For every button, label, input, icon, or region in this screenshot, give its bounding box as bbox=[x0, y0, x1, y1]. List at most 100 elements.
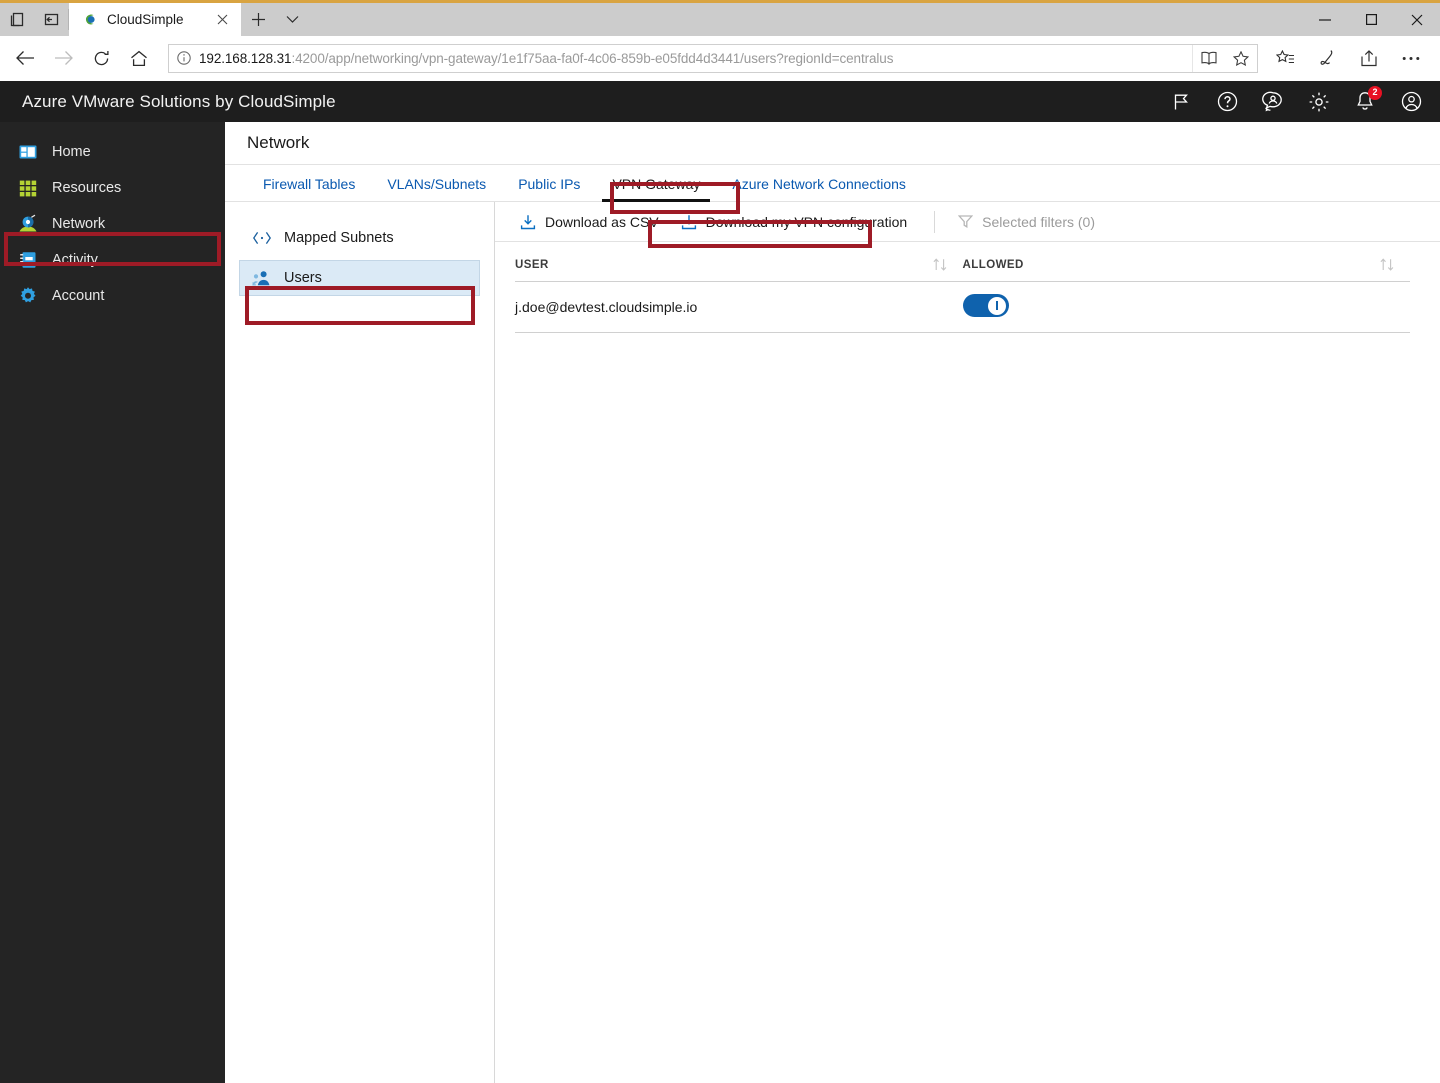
subnav-item-mapped-subnets[interactable]: Mapped Subnets bbox=[239, 220, 480, 256]
content-row: Mapped Subnets Users bbox=[225, 202, 1440, 1083]
support-chat-icon[interactable] bbox=[1258, 87, 1288, 117]
notifications-bell-icon[interactable]: 2 bbox=[1350, 87, 1380, 117]
cell-user: j.doe@devtest.cloudsimple.io bbox=[515, 282, 963, 333]
sidebar-item-network[interactable]: Network bbox=[0, 206, 225, 242]
app-header: Azure VMware Solutions by CloudSimple bbox=[0, 81, 1440, 122]
more-settings-icon[interactable] bbox=[1390, 39, 1432, 77]
column-header-label: ALLOWED bbox=[963, 259, 1024, 271]
info-circle-icon[interactable] bbox=[169, 51, 199, 65]
refresh-icon[interactable] bbox=[82, 39, 120, 77]
tab-preview-icon[interactable] bbox=[0, 3, 34, 36]
home-dashboard-icon bbox=[18, 142, 38, 162]
account-circle-icon[interactable] bbox=[1396, 87, 1426, 117]
download-vpn-configuration-button[interactable]: Download my VPN configuration bbox=[670, 209, 919, 235]
sidebar-item-home[interactable]: Home bbox=[0, 134, 225, 170]
table-header-row: USER bbox=[515, 242, 1410, 282]
browser-tab-strip: CloudSimple bbox=[0, 3, 1440, 36]
panel-toolbar: Download as CSV Download my VPN configur… bbox=[495, 202, 1440, 242]
secondary-nav: Mapped Subnets Users bbox=[225, 202, 495, 1083]
tab-vlans-subnets[interactable]: VLANs/Subnets bbox=[371, 165, 502, 202]
toggle-knob bbox=[988, 297, 1006, 315]
sidebar-item-resources[interactable]: Resources bbox=[0, 170, 225, 206]
users-table-head: USER bbox=[515, 242, 1410, 282]
selected-filters-button[interactable]: Selected filters (0) bbox=[947, 209, 1106, 235]
notification-badge: 2 bbox=[1368, 86, 1382, 100]
sort-arrows-icon[interactable] bbox=[1379, 258, 1410, 271]
main-content: Network Firewall Tables VLANs/Subnets Pu… bbox=[225, 122, 1440, 1083]
browser-tab[interactable]: CloudSimple bbox=[69, 3, 241, 36]
page-title-row: Network bbox=[225, 122, 1440, 164]
maximize-icon[interactable] bbox=[1348, 3, 1394, 36]
users-table-wrap: USER bbox=[495, 242, 1440, 1083]
sidebar-item-account[interactable]: Account bbox=[0, 278, 225, 314]
allowed-toggle[interactable] bbox=[963, 294, 1009, 317]
set-tabs-aside-icon[interactable] bbox=[34, 3, 68, 36]
address-bar-text[interactable]: 192.168.128.31:4200/app/networking/vpn-g… bbox=[199, 51, 1192, 66]
tab-firewall-tables[interactable]: Firewall Tables bbox=[247, 165, 371, 202]
minimize-icon[interactable] bbox=[1302, 3, 1348, 36]
close-icon[interactable] bbox=[1394, 3, 1440, 36]
sidebar-item-activity[interactable]: Activity bbox=[0, 242, 225, 278]
forward-arrow-icon[interactable] bbox=[44, 39, 82, 77]
subnav-item-label: Users bbox=[284, 270, 322, 286]
favorites-hub-icon[interactable] bbox=[1264, 39, 1306, 77]
close-tab-icon[interactable] bbox=[211, 9, 233, 31]
tab-public-ips[interactable]: Public IPs bbox=[502, 165, 596, 202]
tab-label: Firewall Tables bbox=[263, 176, 355, 192]
sidebar-item-label: Activity bbox=[52, 252, 98, 268]
primary-sidebar: Home Resources bbox=[0, 122, 225, 1083]
application-viewport: Azure VMware Solutions by CloudSimple bbox=[0, 81, 1440, 1083]
cell-allowed bbox=[963, 282, 1411, 333]
browser-tab-title: CloudSimple bbox=[107, 12, 202, 27]
tab-label: VLANs/Subnets bbox=[387, 176, 486, 192]
browser-navigation-bar: 192.168.128.31:4200/app/networking/vpn-g… bbox=[0, 36, 1440, 81]
app-header-icons: 2 bbox=[1166, 87, 1426, 117]
users-table-body: j.doe@devtest.cloudsimple.io bbox=[515, 282, 1410, 333]
tab-vpn-gateway[interactable]: VPN Gateway bbox=[596, 165, 716, 202]
grid-resources-icon bbox=[18, 178, 38, 198]
share-icon[interactable] bbox=[1348, 39, 1390, 77]
sort-arrows-icon[interactable] bbox=[932, 258, 963, 271]
url-host: 192.168.128.31 bbox=[199, 51, 291, 66]
column-header-allowed[interactable]: ALLOWED bbox=[963, 242, 1411, 282]
subnav-item-label: Mapped Subnets bbox=[284, 230, 394, 246]
window-controls bbox=[1302, 3, 1440, 36]
selected-filters-label: Selected filters (0) bbox=[982, 214, 1095, 230]
tab-azure-network-connections[interactable]: Azure Network Connections bbox=[716, 165, 922, 202]
sidebar-item-label: Resources bbox=[52, 180, 121, 196]
web-notes-icon[interactable] bbox=[1306, 39, 1348, 77]
browser-window: CloudSimple bbox=[0, 0, 1440, 1083]
vpn-users-panel: Download as CSV Download my VPN configur… bbox=[495, 202, 1440, 1083]
star-icon[interactable] bbox=[1225, 45, 1257, 72]
back-arrow-icon[interactable] bbox=[6, 39, 44, 77]
home-icon[interactable] bbox=[120, 39, 158, 77]
tab-label: VPN Gateway bbox=[612, 176, 700, 192]
account-gear-icon bbox=[18, 286, 38, 306]
sidebar-item-label: Network bbox=[52, 216, 105, 232]
page-title: Network bbox=[247, 133, 309, 153]
download-as-csv-button[interactable]: Download as CSV bbox=[509, 209, 670, 235]
download-as-csv-label: Download as CSV bbox=[545, 214, 659, 230]
tab-label: Public IPs bbox=[518, 176, 580, 192]
chevron-down-icon[interactable] bbox=[275, 3, 309, 36]
code-brackets-icon bbox=[252, 229, 272, 247]
browser-toolbar-right bbox=[1264, 39, 1432, 77]
sidebar-item-label: Account bbox=[52, 288, 104, 304]
tab-label: Azure Network Connections bbox=[732, 176, 906, 192]
page-tabs: Firewall Tables VLANs/Subnets Public IPs… bbox=[225, 164, 1440, 202]
users-table: USER bbox=[515, 242, 1410, 333]
help-circle-icon[interactable] bbox=[1212, 87, 1242, 117]
reading-view-icon[interactable] bbox=[1193, 45, 1225, 72]
sidebar-item-label: Home bbox=[52, 144, 91, 160]
subnav-item-users[interactable]: Users bbox=[239, 260, 480, 296]
column-header-user[interactable]: USER bbox=[515, 242, 963, 282]
flag-icon[interactable] bbox=[1166, 87, 1196, 117]
address-bar-actions bbox=[1192, 45, 1257, 72]
filter-funnel-icon bbox=[958, 214, 973, 229]
gear-icon[interactable] bbox=[1304, 87, 1334, 117]
new-tab-button[interactable] bbox=[241, 3, 275, 36]
app-body: Home Resources bbox=[0, 122, 1440, 1083]
address-bar[interactable]: 192.168.128.31:4200/app/networking/vpn-g… bbox=[168, 44, 1258, 73]
download-icon bbox=[681, 214, 697, 230]
url-path: :4200/app/networking/vpn-gateway/1e1f75a… bbox=[291, 51, 893, 66]
